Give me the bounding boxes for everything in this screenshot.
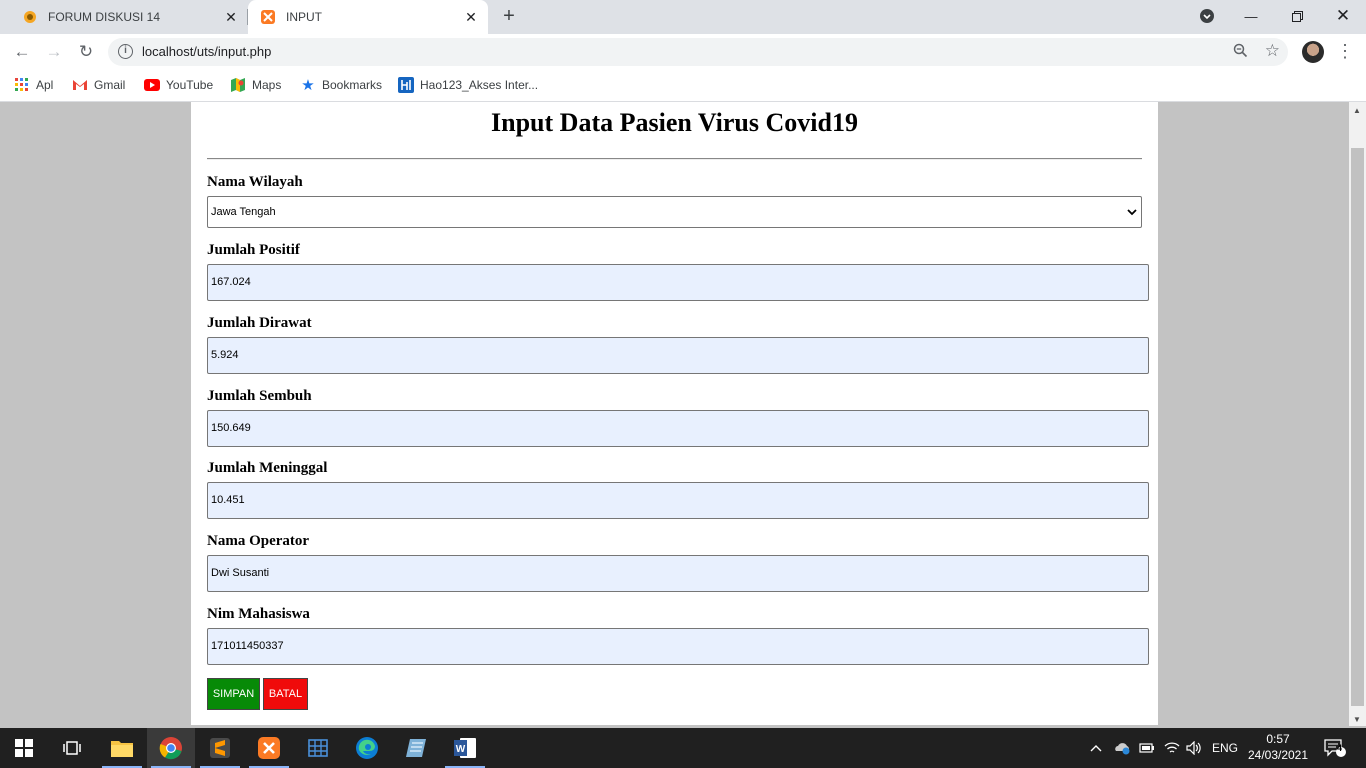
windows-start-icon[interactable] — [0, 728, 48, 768]
tab-input[interactable]: INPUT ✕ — [248, 0, 488, 34]
operator-input[interactable]: Dwi Susanti — [207, 555, 1149, 592]
scroll-thumb[interactable] — [1351, 148, 1364, 706]
show-hidden-icons-icon[interactable] — [1090, 728, 1102, 768]
wilayah-selected-value: Jawa Tengah — [211, 206, 276, 218]
browser-menu-icon[interactable]: ⋮ — [1336, 40, 1354, 64]
bookmark-label: Maps — [252, 78, 282, 92]
site-info-icon[interactable]: i — [118, 44, 133, 59]
volume-icon[interactable] — [1186, 728, 1202, 768]
task-view-icon[interactable] — [48, 728, 96, 768]
app-grid-icon[interactable] — [294, 728, 342, 768]
positif-label: Jumlah Positif — [207, 242, 300, 258]
windows-taskbar: W ENG 0:57 24/03/2021 4 — [0, 728, 1366, 768]
bookmark-gmail[interactable]: Gmail — [72, 77, 125, 93]
maps-icon — [230, 77, 246, 93]
tab-title: INPUT — [286, 10, 322, 24]
nim-input[interactable]: 171011450337 — [207, 628, 1149, 665]
wifi-icon[interactable] — [1164, 728, 1180, 768]
bookmark-youtube[interactable]: YouTube — [144, 77, 213, 93]
notification-count: 4 — [1337, 743, 1343, 753]
svg-text:W: W — [456, 744, 466, 755]
forward-icon[interactable]: → — [40, 38, 68, 66]
file-explorer-icon[interactable] — [98, 728, 146, 768]
minimize-icon[interactable]: — — [1228, 0, 1274, 32]
batal-button[interactable]: BATAL — [263, 678, 308, 710]
bookmark-label: Gmail — [94, 78, 126, 92]
edge-icon[interactable] — [343, 728, 391, 768]
notes-app-icon[interactable] — [392, 728, 440, 768]
nim-label: Nim Mahasiswa — [207, 606, 310, 622]
bookmark-apl[interactable]: Apl — [14, 77, 53, 93]
battery-icon[interactable] — [1139, 728, 1155, 768]
hao123-icon — [398, 77, 414, 93]
meninggal-input[interactable]: 10.451 — [207, 482, 1149, 519]
profile-avatar[interactable] — [1302, 41, 1324, 63]
close-tab-icon[interactable]: ✕ — [222, 8, 240, 26]
bookmarks-bar: Apl Gmail YouTube Maps ★ Bookmarks Hao12… — [0, 70, 1366, 102]
dirawat-label: Jumlah Dirawat — [207, 315, 312, 331]
star-icon: ★ — [301, 77, 315, 94]
divider — [207, 158, 1142, 159]
bookmark-label: YouTube — [166, 78, 214, 92]
gmail-icon — [72, 77, 88, 93]
bookmark-label: Bookmarks — [322, 78, 383, 92]
xampp-favicon-icon — [260, 9, 276, 25]
input-language[interactable]: ENG — [1212, 728, 1238, 768]
close-window-icon[interactable]: ✕ — [1320, 0, 1366, 32]
onedrive-sync-icon[interactable] — [1113, 728, 1131, 768]
bookmark-hao123[interactable]: Hao123_Akses Inter... — [398, 77, 538, 93]
sembuh-input[interactable]: 150.649 — [207, 410, 1149, 447]
scroll-up-arrow-icon[interactable]: ▲ — [1353, 106, 1361, 115]
bookmark-maps[interactable]: Maps — [230, 77, 281, 93]
dirawat-input[interactable]: 5.924 — [207, 337, 1149, 374]
scroll-down-arrow-icon[interactable]: ▼ — [1353, 715, 1361, 724]
clock-time: 0:57 — [1266, 732, 1290, 746]
meninggal-label: Jumlah Meninggal — [207, 460, 328, 476]
tab-title: FORUM DISKUSI 14 — [48, 10, 161, 24]
apps-grid-icon — [14, 77, 30, 93]
wilayah-select[interactable]: Jawa Tengah — [207, 196, 1142, 228]
zoom-icon[interactable] — [1233, 43, 1248, 61]
browser-toolbar: ← → ↻ i localhost/uts/input.php ☆ ⋮ — [0, 34, 1366, 70]
page-title: Input Data Pasien Virus Covid19 — [491, 108, 858, 137]
word-icon[interactable]: W — [441, 728, 489, 768]
operator-label: Nama Operator — [207, 533, 310, 549]
youtube-icon — [144, 77, 160, 93]
url-text[interactable]: localhost/uts/input.php — [142, 44, 271, 59]
wilayah-label: Nama Wilayah — [207, 174, 303, 190]
bookmark-star-icon[interactable]: ☆ — [1265, 41, 1280, 61]
new-tab-button[interactable]: + — [498, 6, 520, 28]
tab-strip: FORUM DISKUSI 14 ✕ INPUT ✕ + — ✕ — [0, 0, 1366, 34]
moodle-favicon-icon — [22, 9, 38, 25]
sublime-text-icon[interactable] — [196, 728, 244, 768]
tab-forum-diskusi[interactable]: FORUM DISKUSI 14 ✕ — [8, 0, 248, 34]
restore-icon[interactable] — [1274, 0, 1320, 32]
action-center-icon[interactable]: 4 — [1324, 728, 1346, 768]
bookmark-bookmarks[interactable]: ★ Bookmarks — [300, 77, 383, 94]
chevron-down-icon — [1127, 197, 1137, 227]
page-viewport: Input Data Pasien Virus Covid19 Nama Wil… — [0, 102, 1349, 726]
system-clock[interactable]: 0:57 24/03/2021 — [1240, 731, 1316, 763]
close-tab-icon[interactable]: ✕ — [462, 8, 480, 26]
reload-icon[interactable]: ↻ — [72, 38, 100, 66]
page-scrollbar[interactable]: ▲ ▼ — [1349, 102, 1366, 726]
bookmark-label: Hao123_Akses Inter... — [420, 78, 539, 92]
bookmark-label: Apl — [36, 78, 54, 92]
positif-input[interactable]: 167.024 — [207, 264, 1149, 301]
sembuh-label: Jumlah Sembuh — [207, 388, 312, 404]
address-bar[interactable]: i localhost/uts/input.php ☆ — [108, 38, 1288, 66]
form-card: Input Data Pasien Virus Covid19 Nama Wil… — [191, 102, 1158, 725]
clock-date: 24/03/2021 — [1247, 748, 1309, 762]
back-icon[interactable]: ← — [8, 38, 36, 66]
chrome-icon[interactable] — [147, 728, 195, 768]
simpan-button[interactable]: SIMPAN — [207, 678, 260, 710]
xampp-icon[interactable] — [245, 728, 293, 768]
tab-search-button[interactable] — [1184, 0, 1230, 32]
